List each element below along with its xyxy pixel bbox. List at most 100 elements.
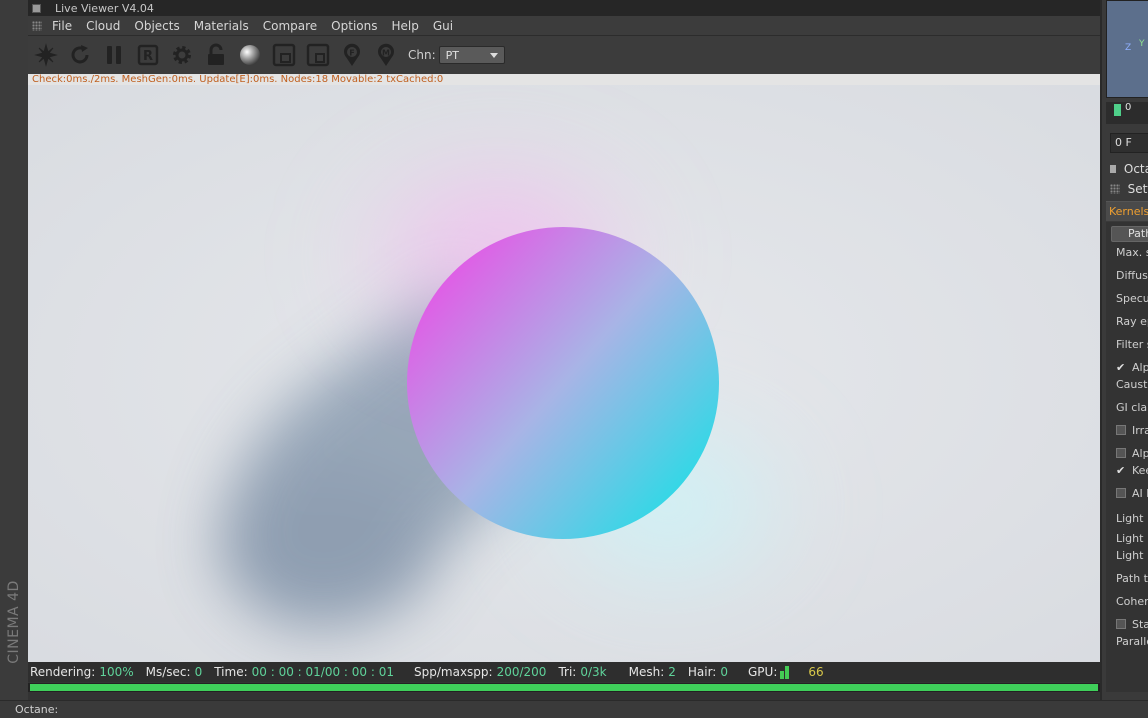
grip-icon[interactable] <box>1110 184 1120 194</box>
setting-row: Light li <box>1116 549 1148 562</box>
setting-label: Irra <box>1132 424 1148 437</box>
setting-label: Specula <box>1116 292 1148 305</box>
panel-icon <box>1110 165 1116 173</box>
lock-button[interactable] <box>202 41 230 69</box>
material-pick-button[interactable]: M <box>372 41 400 69</box>
restart-render-button[interactable] <box>66 41 94 69</box>
hair-value: 0 <box>720 665 728 679</box>
render-progress-fill <box>30 684 1098 691</box>
pause-render-button[interactable] <box>100 41 128 69</box>
setting-row: Paralle <box>1116 635 1148 648</box>
time-value: 00 : 00 : 01/00 : 00 : 01 <box>251 665 394 679</box>
focus-pick-button[interactable]: F <box>338 41 366 69</box>
tab-kernels[interactable]: Kernels <box>1106 201 1148 221</box>
gpu-label: GPU: <box>748 665 778 679</box>
gpu-usage-icon <box>780 665 790 679</box>
window-title: Live Viewer V4.04 <box>55 1 154 15</box>
timeline-marker[interactable] <box>1114 104 1121 116</box>
settings-menu-label[interactable]: Sett <box>1128 182 1148 196</box>
mesh-label: Mesh: <box>628 665 665 679</box>
material-pick-icon: M <box>378 43 394 66</box>
setting-row[interactable]: ✔ Kee <box>1116 464 1148 477</box>
checkbox[interactable] <box>1116 425 1126 435</box>
checkbox[interactable] <box>1116 488 1126 498</box>
material-sphere-icon <box>240 45 260 65</box>
channel-select[interactable]: PT <box>438 46 505 64</box>
checkbox[interactable] <box>1116 619 1126 629</box>
setting-label: Diffuse <box>1116 269 1148 282</box>
left-strip: CINEMA 4D <box>0 0 28 700</box>
octane-settings-title: Octa <box>1106 160 1148 178</box>
send-scene-button[interactable] <box>32 41 60 69</box>
check-icon[interactable]: ✔ <box>1116 361 1126 374</box>
setting-row: Light ID <box>1116 512 1148 525</box>
menu-materials[interactable]: Materials <box>194 19 249 33</box>
channel-value: PT <box>445 48 459 62</box>
setting-label: Light ID <box>1116 532 1148 545</box>
menu-gui[interactable]: Gui <box>433 19 453 33</box>
menu-options[interactable]: Options <box>331 19 377 33</box>
chevron-down-icon <box>489 52 498 58</box>
rendering-label: Rendering: <box>30 665 96 679</box>
timeline[interactable]: 0 <box>1106 102 1148 124</box>
mini-viewport[interactable]: Y Z <box>1106 0 1148 98</box>
setting-label: Kee <box>1132 464 1148 477</box>
svg-text:R: R <box>143 49 153 64</box>
menu-bar: File Cloud Objects Materials Compare Opt… <box>28 16 1100 36</box>
clay-mode-button[interactable] <box>304 41 332 69</box>
menu-compare[interactable]: Compare <box>263 19 317 33</box>
setting-row[interactable]: ✔ Alp <box>1116 361 1148 374</box>
hair-label: Hair: <box>687 665 717 679</box>
render-image <box>28 85 1100 662</box>
check-icon[interactable]: ✔ <box>1116 464 1126 477</box>
setting-row: Path te <box>1116 572 1148 585</box>
frame-field[interactable]: 0 F <box>1110 133 1148 153</box>
menu-file[interactable]: File <box>52 19 72 33</box>
setting-label: Cohere <box>1116 595 1148 608</box>
render-viewport[interactable] <box>28 85 1100 662</box>
menu-cloud[interactable]: Cloud <box>86 19 120 33</box>
material-sphere-button[interactable] <box>236 41 264 69</box>
gpu-value: 66 <box>808 665 824 679</box>
film-region-button[interactable] <box>270 41 298 69</box>
setting-row[interactable]: Irra <box>1116 424 1148 437</box>
setting-row[interactable]: Stat <box>1116 618 1148 631</box>
svg-text:M: M <box>382 49 390 58</box>
region-render-button[interactable]: R <box>134 41 162 69</box>
setting-label: Ray ep <box>1116 315 1148 328</box>
setting-row: Cohere <box>1116 595 1148 608</box>
axis-y-label: Y <box>1139 39 1145 49</box>
menu-objects[interactable]: Objects <box>134 19 179 33</box>
send-scene-icon <box>34 43 58 67</box>
setting-row: Filter s <box>1116 338 1148 351</box>
checkbox[interactable] <box>1116 448 1126 458</box>
channel-label: Chn: <box>408 48 436 62</box>
tab-kernels-label: Kernels <box>1109 205 1148 218</box>
setting-label: Light ID <box>1116 512 1148 525</box>
region-render-icon: R <box>137 44 159 66</box>
grip-icon[interactable] <box>32 20 42 31</box>
clay-mode-icon <box>306 43 330 67</box>
timeline-value: 0 <box>1125 102 1132 113</box>
setting-label: GI clam <box>1116 401 1148 414</box>
setting-row[interactable]: AI l <box>1116 487 1148 500</box>
scene-stats-line: Check:0ms./2ms. MeshGen:0ms. Update[E]:0… <box>28 74 1100 85</box>
kernel-type-select[interactable]: Pathtr <box>1111 226 1148 242</box>
window-icon[interactable] <box>32 3 41 13</box>
setting-label: Max. sa <box>1116 246 1148 259</box>
spp-label: Spp/maxspp: <box>414 665 493 679</box>
setting-row[interactable]: Alp <box>1116 447 1148 460</box>
tri-value: 0/3k <box>580 665 607 679</box>
setting-row: Light ID <box>1116 532 1148 545</box>
render-status-bar: Rendering: 100% Ms/sec: 0 Time: 00 : 00 … <box>28 662 1100 682</box>
kernel-settings: Pathtr Max. sa Diffuse Specula Ray ep Filter… <box>1106 222 1148 692</box>
settings-button[interactable] <box>168 41 196 69</box>
spp-value: 200/200 <box>496 665 547 679</box>
cinema4d-brand: CINEMA 4D <box>2 562 26 682</box>
setting-label: AI l <box>1132 487 1148 500</box>
menu-help[interactable]: Help <box>391 19 418 33</box>
setting-label: Stat <box>1132 618 1148 631</box>
tri-label: Tri: <box>558 665 577 679</box>
settings-gear-icon <box>173 46 191 64</box>
mesh-value: 2 <box>668 665 676 679</box>
